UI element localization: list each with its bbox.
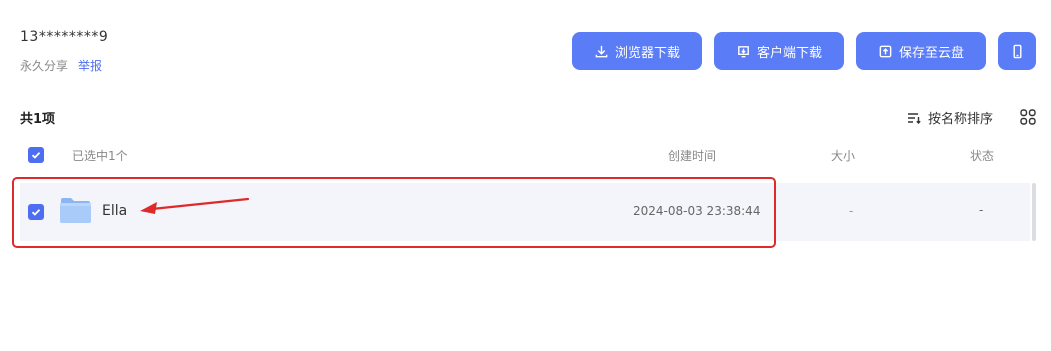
client-download-button[interactable]: 客户端下载: [714, 32, 844, 70]
check-icon: [31, 209, 41, 216]
share-type-label: 永久分享: [20, 59, 69, 73]
sort-label: 按名称排序: [928, 112, 994, 127]
phone-icon: [1013, 44, 1021, 58]
check-icon: [31, 152, 41, 159]
column-created-time[interactable]: 创建时间: [668, 147, 716, 164]
browser-download-label: 浏览器下载: [614, 45, 680, 61]
selected-count: 已选中1个: [72, 149, 128, 163]
row-checkbox[interactable]: [28, 204, 44, 220]
scrollbar[interactable]: [1032, 183, 1036, 241]
share-meta: 永久分享 举报: [20, 57, 102, 74]
grid-view-icon[interactable]: [1019, 108, 1037, 126]
file-size: -: [849, 204, 854, 218]
table-row[interactable]: [20, 183, 1030, 241]
browser-download-button[interactable]: 浏览器下载: [572, 32, 702, 70]
sort-icon: [908, 112, 921, 124]
mobile-button[interactable]: [998, 32, 1036, 70]
client-icon: [738, 45, 749, 57]
sort-by-name-button[interactable]: 按名称排序: [906, 108, 993, 127]
client-download-label: 客户端下载: [756, 45, 822, 61]
column-size[interactable]: 大小: [831, 147, 855, 164]
report-link[interactable]: 举报: [78, 57, 102, 74]
save-to-cloud-label: 保存至云盘: [898, 45, 964, 61]
file-status: -: [979, 203, 984, 217]
save-to-cloud-button[interactable]: 保存至云盘: [856, 32, 986, 70]
select-all-checkbox[interactable]: [28, 147, 44, 163]
save-cloud-icon: [879, 45, 892, 57]
folder-icon: [60, 198, 91, 223]
item-count: 共1项: [20, 112, 56, 127]
file-created-time: 2024-08-03 23:38:44: [633, 204, 761, 218]
column-status: 状态: [970, 149, 995, 163]
file-name[interactable]: Ella: [102, 203, 127, 219]
download-icon: [595, 45, 608, 57]
share-owner: 13********9: [20, 29, 109, 45]
